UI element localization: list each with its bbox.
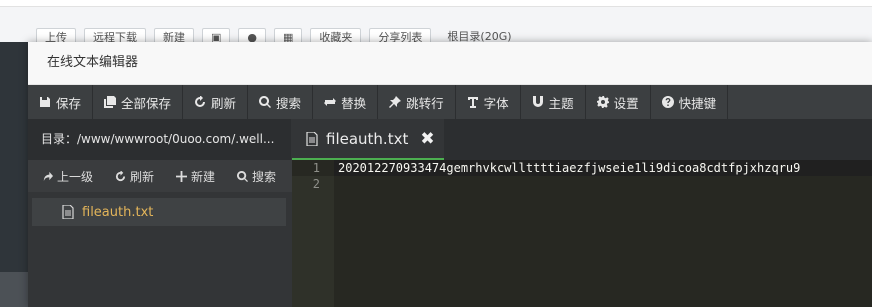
save-all-icon [104, 96, 117, 108]
refresh-icon [195, 96, 206, 107]
dialog-title: 在线文本编辑器 [28, 42, 872, 85]
help-icon [661, 96, 674, 108]
save-all-button[interactable]: 全部保存 [93, 85, 184, 119]
save-button[interactable]: 保存 [28, 85, 94, 119]
up-level-button[interactable]: 上一级 [28, 168, 101, 185]
file-icon [62, 205, 74, 219]
gear-icon [596, 96, 609, 108]
file-icon [306, 131, 318, 146]
close-icon[interactable]: ✖ [420, 129, 434, 149]
file-item-fileauth[interactable]: fileauth.txt [32, 198, 286, 226]
file-name: fileauth.txt [82, 204, 154, 220]
refresh-button[interactable]: 刷新 [183, 85, 249, 119]
settings-button[interactable]: 设置 [586, 85, 651, 119]
code-area[interactable]: 1 2 202012270933474gemrhvkcwllttttiaezfj… [292, 160, 872, 307]
tab-fileauth[interactable]: fileauth.txt ✖ [292, 119, 444, 160]
editor-toolbar: 保存 全部保存 刷新 搜索 替换 跳转行 字体 主题 设置 快捷键 [28, 85, 872, 120]
text-editor-dialog: 在线文本编辑器 保存 全部保存 刷新 搜索 替换 跳转行 字体 主题 设置 快捷… [28, 42, 872, 307]
editor-tabbar: fileauth.txt ✖ [292, 119, 872, 160]
search-button[interactable]: 搜索 [248, 85, 314, 119]
font-button[interactable]: 字体 [456, 85, 521, 119]
code-editor: fileauth.txt ✖ 1 2 202012270933474gemrhv… [292, 119, 872, 307]
plus-icon [176, 170, 188, 182]
arrow-up-icon [43, 171, 53, 181]
line-number: 1 [292, 160, 334, 176]
line-number: 2 [312, 177, 320, 191]
directory-path: 目录：/www/wwwroot/0uoo.com/.well... [28, 119, 291, 160]
theme-button[interactable]: 主题 [521, 85, 586, 119]
search-icon [259, 96, 272, 108]
sidebar-refresh-button[interactable]: 刷新 [101, 168, 162, 185]
background-tabbar [0, 0, 872, 7]
search-icon [237, 170, 249, 182]
replace-button[interactable]: 替换 [313, 85, 379, 119]
font-icon [467, 97, 478, 108]
sidebar-new-button[interactable]: 新建 [162, 168, 223, 185]
shortcuts-button[interactable]: 快捷键 [651, 85, 729, 119]
save-icon [40, 97, 50, 107]
tab-label: fileauth.txt [326, 129, 409, 148]
sidebar-search-button[interactable]: 搜索 [223, 168, 284, 185]
code-line-1[interactable]: 202012270933474gemrhvkcwllttttiaezfjwsei… [338, 160, 800, 176]
replace-icon [324, 98, 337, 106]
goto-line-button[interactable]: 跳转行 [378, 85, 456, 119]
pin-icon [389, 96, 402, 108]
sidebar-actions: 上一级 刷新 新建 搜索 [28, 160, 292, 192]
magnet-icon [532, 96, 543, 107]
file-sidebar: 目录：/www/wwwroot/0uoo.com/.well... 上一级 刷新… [28, 119, 292, 307]
refresh-icon [115, 170, 126, 181]
line-gutter: 1 2 [292, 160, 334, 307]
background-sidebar [0, 42, 28, 307]
